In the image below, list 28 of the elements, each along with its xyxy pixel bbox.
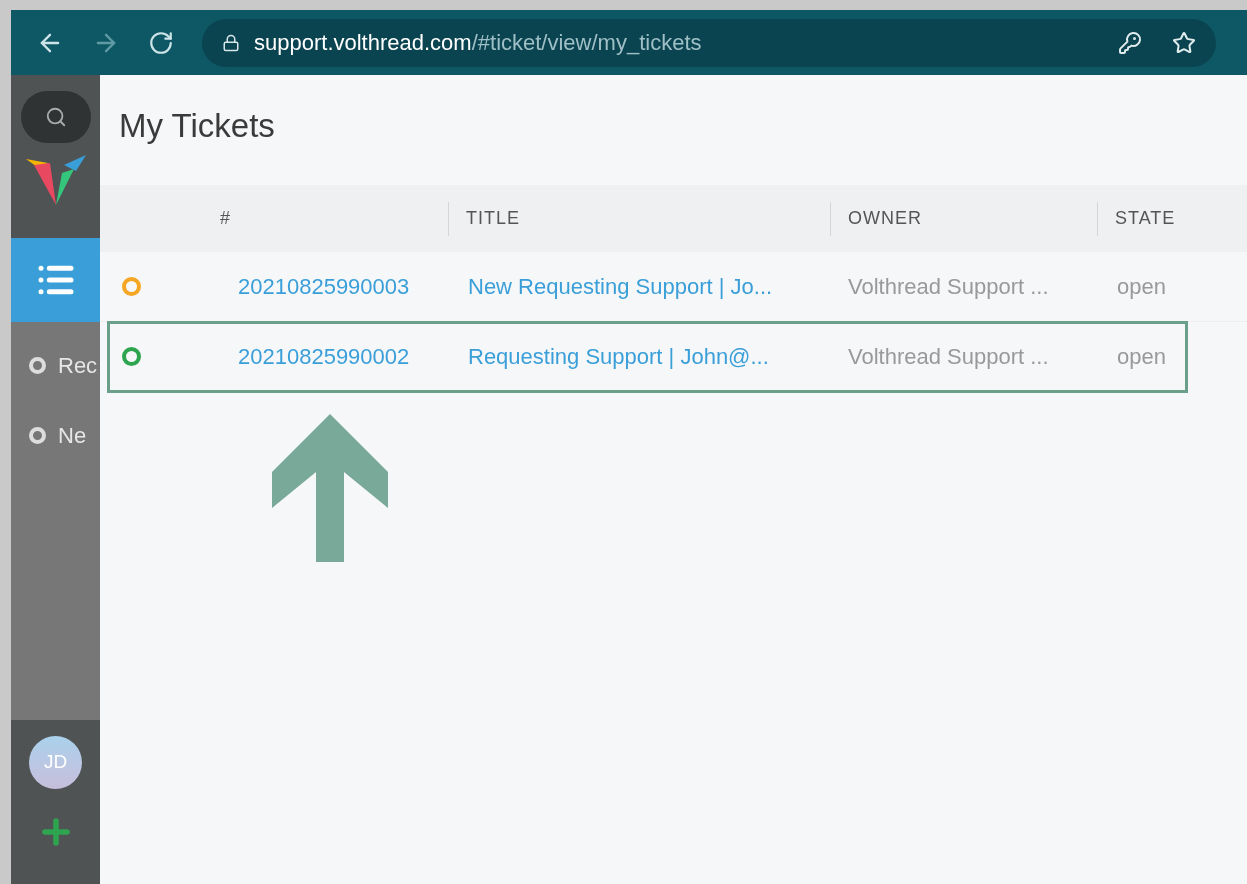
overview-item[interactable]: Rec (58, 348, 98, 382)
column-header[interactable]: OWNER (848, 205, 922, 232)
page-title: My Tickets (118, 106, 276, 146)
search-icon (44, 106, 67, 128)
ticket-number-link[interactable]: 20210825990002 (238, 344, 410, 369)
overview-item[interactable]: Ne (58, 418, 87, 452)
key-icon[interactable] (1118, 30, 1142, 55)
ticket-title-link[interactable]: New Requesting Support | Jo... (468, 274, 773, 299)
url-text: support.volthread.com/#ticket/view/my_tickets (254, 29, 703, 57)
column-header[interactable]: STATE (1115, 205, 1176, 232)
lock-icon (222, 33, 240, 52)
column-header[interactable]: # (220, 205, 231, 232)
column-header[interactable]: TITLE (466, 205, 520, 232)
ticket-title-link[interactable]: Requesting Support | John@... (468, 344, 769, 369)
search-button[interactable] (20, 91, 91, 143)
ticket-number-link[interactable]: 20210825990003 (238, 274, 410, 299)
tickets-nav-item[interactable] (11, 238, 100, 322)
address-bar[interactable]: support.volthread.com/#ticket/view/my_tickets (202, 18, 1216, 67)
state-cell: open (1117, 274, 1166, 299)
owner-cell: Volthread Support ... (848, 344, 1049, 369)
ticket-row[interactable]: 20210825990002 Requesting Support | John@... Volthread Support ... open (108, 322, 1187, 392)
owner-cell: Volthread Support ... (848, 274, 1049, 299)
arrow-up-icon (272, 414, 388, 562)
ticket-row[interactable]: 20210825990003 New Requesting Support | Jo... Volthread Support ... open (100, 252, 1247, 322)
bookmark-star-icon[interactable] (1172, 30, 1196, 55)
reload-icon[interactable] (148, 29, 174, 56)
logo-icon (25, 155, 86, 207)
state-cell: open (1117, 344, 1166, 369)
